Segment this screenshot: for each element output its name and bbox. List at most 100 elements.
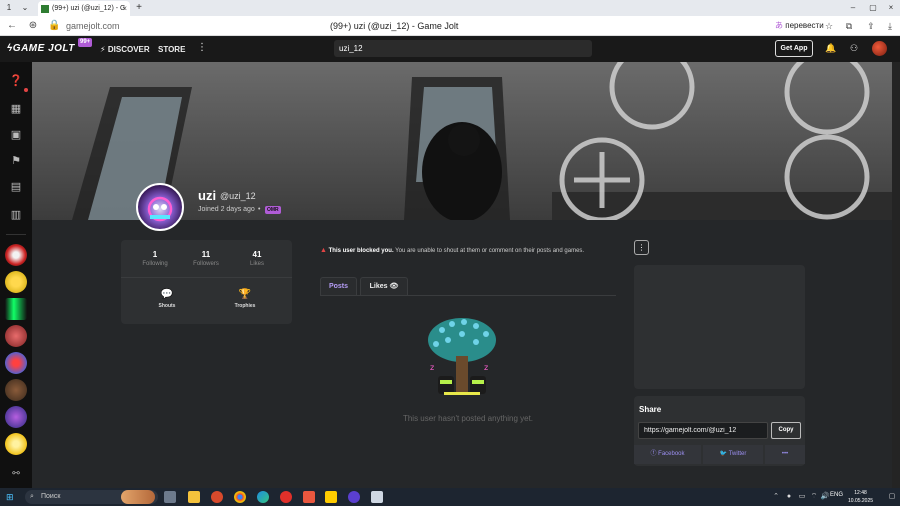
bookmark-icon[interactable]: ☆ <box>823 20 835 32</box>
community-icon-2[interactable] <box>5 271 27 293</box>
quest-icon[interactable]: ⚑ <box>9 154 23 168</box>
tab-posts[interactable]: Posts <box>320 277 357 295</box>
profile-handle: @uzi_12 <box>220 191 256 201</box>
community-icon-3[interactable] <box>5 298 27 320</box>
new-tab-button[interactable]: + <box>133 2 145 14</box>
tray-chevron-icon[interactable]: ⌃ <box>770 491 782 503</box>
windows-start-icon[interactable]: ⊞ <box>6 492 16 502</box>
share-url-input[interactable] <box>638 422 768 439</box>
profile-role-badge: OMR <box>265 206 281 214</box>
translate-label: перевести <box>785 21 824 30</box>
community-icon-8[interactable] <box>5 433 27 455</box>
close-tab-icon[interactable]: × <box>122 1 127 16</box>
profile-avatar[interactable] <box>136 183 184 231</box>
clock-time: 12:48 <box>854 490 867 496</box>
community-icon-4[interactable] <box>5 325 27 347</box>
nav-store[interactable]: STORE <box>158 45 185 54</box>
friends-icon[interactable]: ⚇ <box>848 42 860 54</box>
tab-counter[interactable]: 1 <box>2 2 16 14</box>
following-count[interactable]: 1 <box>135 250 175 259</box>
facebook-icon: ⓕ <box>650 451 657 457</box>
opera-icon[interactable] <box>211 491 223 503</box>
yandex-icon[interactable] <box>280 491 292 503</box>
share-facebook-button[interactable]: ⓕ Facebook <box>634 445 701 464</box>
chrome-icon[interactable] <box>234 491 246 503</box>
lock-icon[interactable]: 🔒 <box>48 20 60 32</box>
community-icon-7[interactable] <box>5 406 27 428</box>
app-icon-purple[interactable] <box>348 491 360 503</box>
community-icon-1[interactable] <box>5 244 27 266</box>
taskbar-clock[interactable]: 12:48 10.05.2025 <box>848 489 873 505</box>
site-topbar: ϟGAME JOLT 99+ ⚡ DISCOVER STORE ⋮ Get Ap… <box>0 37 900 62</box>
search-input[interactable] <box>334 40 592 57</box>
browser-address-bar: ← ⊛ 🔒 gamejolt.com (99+) uzi (@uzi_12) -… <box>0 16 900 36</box>
browser-tab-active[interactable]: (99+) uzi (@uzi_12) - G × <box>38 1 130 16</box>
discover-icon: ⚡ <box>100 45 106 54</box>
sleeping-tree-illustration: z z <box>428 318 496 395</box>
more-vert-icon[interactable]: ⋮ <box>197 42 207 53</box>
page-scrollbar[interactable] <box>892 62 900 488</box>
likes-label: Likes <box>249 261 264 267</box>
get-app-button[interactable]: Get App <box>775 40 813 57</box>
unread-dot <box>24 88 28 92</box>
url-field[interactable]: gamejolt.com <box>66 19 120 33</box>
library-icon[interactable]: ▥ <box>9 208 23 222</box>
browser-tab-title: (99+) uzi (@uzi_12) - G <box>52 5 126 12</box>
extensions-icon[interactable]: ⧉ <box>843 20 855 32</box>
followers-count[interactable]: 11 <box>186 250 226 259</box>
trophy-icon[interactable]: 🏆 <box>238 289 252 301</box>
yandex-browser-icon[interactable] <box>325 491 337 503</box>
shouts-label[interactable]: Shouts <box>147 303 187 309</box>
copy-button[interactable]: Copy <box>771 422 801 439</box>
shouts-icon[interactable]: 💬 <box>160 289 174 301</box>
back-arrow-icon[interactable]: ← <box>6 20 18 32</box>
bell-icon[interactable]: 🔔 <box>825 42 837 54</box>
app-icon-red[interactable] <box>303 491 315 503</box>
file-explorer-icon[interactable] <box>188 491 200 503</box>
chat-icon[interactable]: ▤ <box>9 180 23 194</box>
gamejolt-logo[interactable]: ϟGAME JOLT <box>7 43 75 54</box>
community-icon-6[interactable] <box>5 379 27 401</box>
nav-discover[interactable]: ⚡ DISCOVER <box>100 45 150 54</box>
language-indicator[interactable]: ENG <box>830 492 843 498</box>
ad-placeholder-card <box>634 265 805 389</box>
likes-count[interactable]: 41 <box>237 250 277 259</box>
help-icon[interactable]: ❓ <box>9 74 23 88</box>
tab-underline <box>320 295 616 296</box>
user-avatar[interactable] <box>872 41 887 56</box>
edge-icon[interactable] <box>257 491 269 503</box>
profile-separator: • <box>258 206 261 213</box>
share-page-icon[interactable]: ⇪ <box>865 20 877 32</box>
maximize-icon[interactable]: ▢ <box>866 2 880 14</box>
translate-button[interactable]: あ перевести <box>775 19 824 33</box>
warning-icon: ▲ <box>320 247 327 254</box>
browser-tabbar: 1 ⌄ (99+) uzi (@uzi_12) - G × + – ▢ × <box>0 0 900 16</box>
stats-divider <box>121 277 292 278</box>
close-window-icon[interactable]: × <box>884 2 898 14</box>
notifications-icon[interactable]: ▢ <box>886 491 898 503</box>
avatar-art <box>147 196 173 222</box>
tab-list-chevron-icon[interactable]: ⌄ <box>18 2 32 14</box>
blocked-text: You are unable to shout at them or comme… <box>393 248 585 254</box>
tab-likes-label: Likes <box>369 283 388 290</box>
backpack-icon[interactable]: ▣ <box>9 128 23 142</box>
facebook-label: Facebook <box>658 451 685 457</box>
tab-likes[interactable]: Likes 👁 <box>360 277 408 295</box>
shop-icon[interactable]: ▦ <box>9 102 23 116</box>
windows-taskbar: ⊞ ⌕ Поиск ⌃ ● ▭ ⌔ 🔊 ENG 12:48 10.05.2025… <box>0 488 900 506</box>
battery-icon[interactable]: ▭ <box>796 491 808 503</box>
trophies-label[interactable]: Trophies <box>225 303 265 309</box>
taskbar-widget-icon[interactable] <box>121 490 155 504</box>
share-twitter-button[interactable]: 🐦 Twitter <box>703 445 763 464</box>
yandex-home-icon[interactable]: ⊛ <box>27 20 39 32</box>
tray-app-icon[interactable]: ● <box>783 491 795 503</box>
community-icon-5[interactable] <box>5 352 27 374</box>
download-icon[interactable]: ⤓ <box>884 20 896 32</box>
minimize-icon[interactable]: – <box>846 2 860 14</box>
share-more-button[interactable]: ••• <box>765 445 805 464</box>
app-icon-window[interactable] <box>371 491 383 503</box>
profile-more-button[interactable]: ⋮ <box>634 240 649 255</box>
notification-count-badge: 99+ <box>78 38 93 47</box>
controller-icon[interactable]: ⚯ <box>9 466 23 480</box>
task-view-icon[interactable] <box>164 491 176 503</box>
